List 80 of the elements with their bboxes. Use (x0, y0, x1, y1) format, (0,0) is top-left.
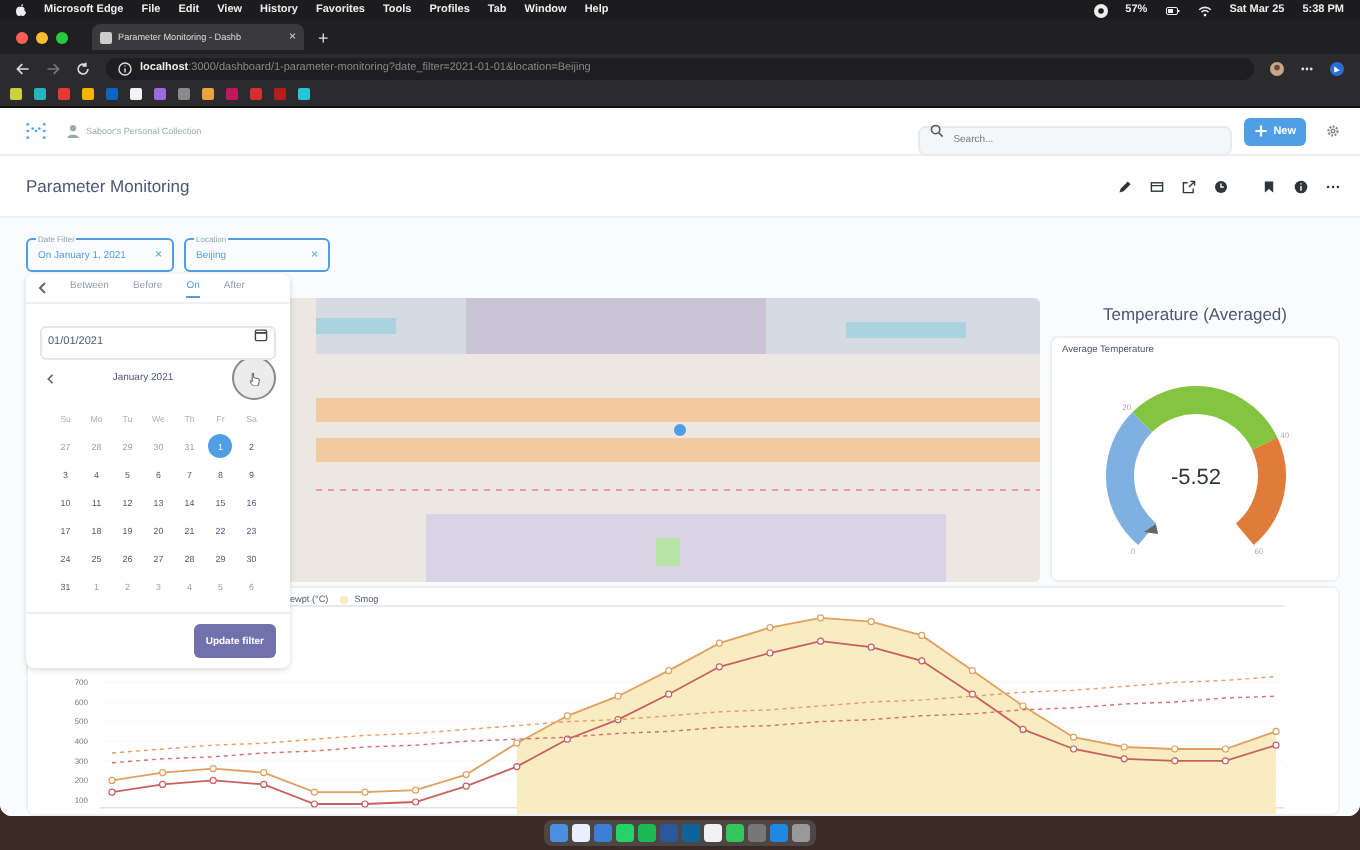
data-point (715, 663, 723, 671)
bookmark-icon[interactable] (1262, 179, 1276, 193)
data-point (1070, 733, 1078, 741)
info-icon (118, 61, 132, 75)
next-month-button[interactable] (232, 356, 276, 400)
data-point (817, 614, 825, 622)
data-point (1272, 741, 1280, 749)
data-point (766, 649, 774, 657)
data-point (867, 618, 875, 626)
data-point (108, 776, 116, 784)
data-point (462, 771, 470, 779)
back-chevron-icon[interactable] (38, 282, 46, 294)
data-point (1019, 702, 1027, 710)
data-point (1120, 755, 1128, 763)
calendar-icon (254, 328, 268, 342)
grid-logo-icon[interactable] (26, 122, 46, 140)
profile-avatar-icon[interactable] (1270, 61, 1284, 75)
data-point (209, 776, 217, 784)
data-point (665, 690, 673, 698)
data-point (918, 631, 926, 639)
data-point (1171, 745, 1179, 753)
person-icon (66, 124, 80, 138)
pointer-cursor-icon (247, 371, 261, 385)
refresh-icon[interactable] (76, 61, 90, 75)
data-point (209, 765, 217, 773)
data-point (260, 769, 268, 777)
data-point (563, 735, 571, 743)
data-point (563, 712, 571, 720)
data-point (715, 639, 723, 647)
plus-icon (1253, 124, 1268, 138)
data-point (968, 690, 976, 698)
record-icon[interactable] (1093, 3, 1108, 17)
data-point (260, 780, 268, 788)
data-point (968, 667, 976, 675)
data-point (614, 692, 622, 700)
battery-icon[interactable] (1165, 3, 1180, 17)
clock-icon[interactable] (1214, 179, 1228, 193)
dashboard-title: Parameter Monitoring (26, 176, 190, 196)
search-icon (929, 124, 944, 138)
chat-bubble-icon[interactable] (1330, 61, 1344, 75)
previous-month-icon[interactable] (46, 373, 54, 383)
data-point (361, 800, 369, 808)
new-tab-button[interactable]: + (318, 27, 329, 47)
data-point (310, 800, 318, 808)
data-point (361, 788, 369, 796)
data-point (310, 788, 318, 796)
data-point (1221, 757, 1229, 765)
forward-arrow-icon[interactable] (46, 61, 60, 75)
data-point (918, 657, 926, 665)
data-point (513, 763, 521, 771)
data-point (1070, 745, 1078, 753)
data-point (766, 624, 774, 632)
data-point (462, 782, 470, 790)
data-point (665, 667, 673, 675)
settings-icon[interactable] (1326, 124, 1340, 138)
data-point (412, 786, 420, 794)
data-point (1120, 743, 1128, 751)
share-icon[interactable] (1182, 179, 1196, 193)
window-icon[interactable] (1150, 179, 1164, 193)
data-point (867, 643, 875, 651)
data-point (108, 788, 116, 796)
page-icon (100, 31, 112, 43)
card-heading: Temperature (Averaged) (1103, 304, 1287, 324)
data-point (1272, 727, 1280, 735)
data-point (159, 769, 167, 777)
data-point (513, 739, 521, 747)
data-point (1221, 745, 1229, 753)
wifi-icon[interactable] (1197, 3, 1212, 17)
gauge-pointer (1143, 524, 1157, 534)
apple-logo-icon[interactable] (16, 4, 26, 16)
info-icon[interactable] (1294, 179, 1308, 193)
back-arrow-icon[interactable] (16, 61, 30, 75)
data-point (412, 798, 420, 806)
gauge-value: -5.52 (1169, 466, 1221, 490)
data-point (1019, 725, 1027, 733)
data-point (614, 716, 622, 724)
data-point (159, 780, 167, 788)
data-point (1171, 757, 1179, 765)
pencil-icon[interactable] (1118, 179, 1132, 193)
data-point (817, 637, 825, 645)
